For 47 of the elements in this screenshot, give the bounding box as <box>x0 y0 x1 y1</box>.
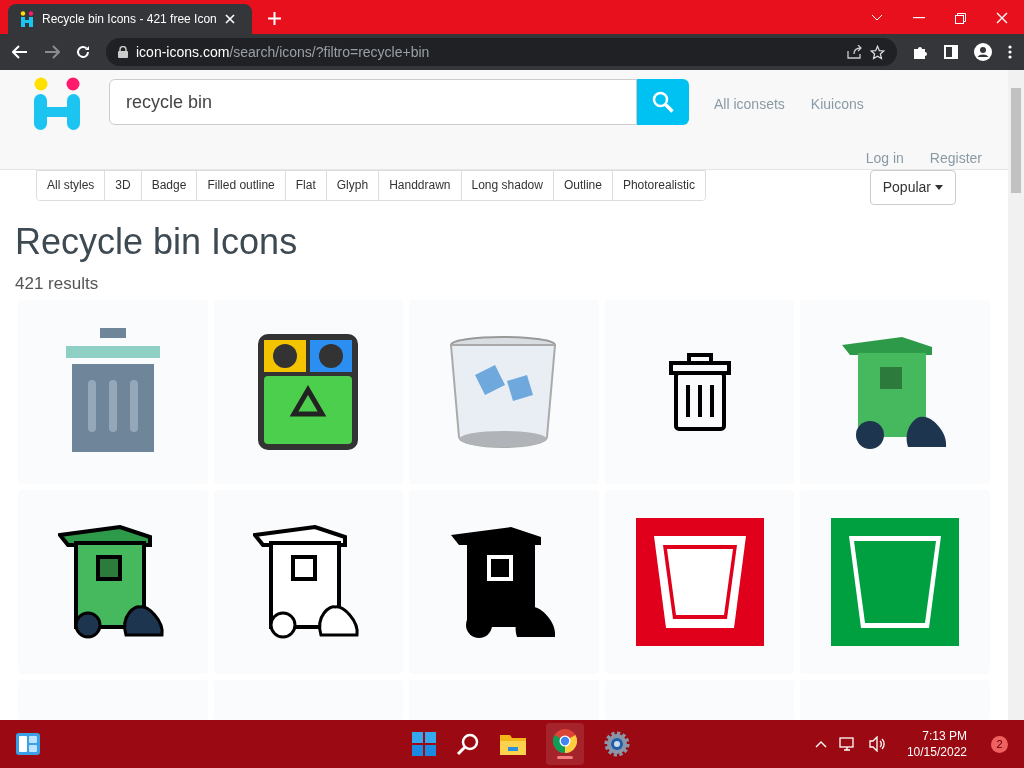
gear-icon[interactable] <box>604 731 630 757</box>
clock-date[interactable]: 10/15/2022 <box>906 744 967 760</box>
widgets-icon[interactable] <box>16 733 40 755</box>
network-icon[interactable] <box>838 736 857 752</box>
star-icon[interactable] <box>870 44 885 60</box>
forward-arrow-icon[interactable] <box>44 45 60 59</box>
puzzle-icon[interactable] <box>913 44 928 60</box>
caret-icon <box>935 184 943 190</box>
site-logo-icon <box>20 11 34 27</box>
clock-time[interactable]: 7:13 PM <box>922 728 967 744</box>
results-count: 421 results <box>15 272 100 295</box>
site-logo-icon[interactable] <box>33 76 81 131</box>
icon-result-card[interactable] <box>18 490 208 674</box>
start-icon[interactable] <box>412 732 436 756</box>
icon-result-card[interactable] <box>604 300 795 484</box>
profile-icon[interactable] <box>974 43 992 61</box>
page-title: Recycle bin Icons <box>15 220 299 263</box>
search-field[interactable]: recycle bin <box>109 79 637 125</box>
chevron-down-icon[interactable] <box>871 14 883 22</box>
folder-icon[interactable] <box>500 733 526 755</box>
lock-icon <box>118 46 128 58</box>
style-filter[interactable]: Photorealistic <box>611 170 705 200</box>
browser-logo-icon <box>553 729 577 753</box>
icon-result-card[interactable] <box>213 300 404 484</box>
speaker-icon[interactable] <box>868 736 887 752</box>
share-icon[interactable] <box>847 45 862 59</box>
icon-result-card[interactable] <box>800 300 990 484</box>
notification-badge[interactable]: 2 <box>991 735 1008 753</box>
browser-tab[interactable]: Recycle bin Icons - 421 free Icon <box>8 4 252 34</box>
reload-icon[interactable] <box>76 45 90 59</box>
search-icon <box>652 91 674 113</box>
search-icon[interactable] <box>456 732 480 756</box>
icon-result-card[interactable] <box>213 490 404 674</box>
close-icon[interactable] <box>224 14 235 24</box>
minimize-icon[interactable] <box>913 17 925 19</box>
restore-icon[interactable] <box>955 12 966 24</box>
chrome-taskbar-button[interactable] <box>546 723 584 765</box>
new-tab-icon[interactable] <box>268 12 281 25</box>
icon-result-card[interactable] <box>409 490 599 674</box>
menu-icon[interactable] <box>1008 45 1012 59</box>
sort-dropdown[interactable]: Popular <box>869 169 956 205</box>
back-arrow-icon[interactable] <box>12 45 28 59</box>
chevron-up-icon[interactable] <box>814 740 827 748</box>
tab-title: Recycle bin Icons - 421 free Icon <box>42 11 217 28</box>
side-panel-icon[interactable] <box>944 45 958 59</box>
url-text: icon-icons.com/search/icons/?filtro=recycle+bin <box>136 42 430 62</box>
address-bar[interactable]: icon-icons.com/search/icons/?filtro=recycle+bin <box>106 38 897 66</box>
